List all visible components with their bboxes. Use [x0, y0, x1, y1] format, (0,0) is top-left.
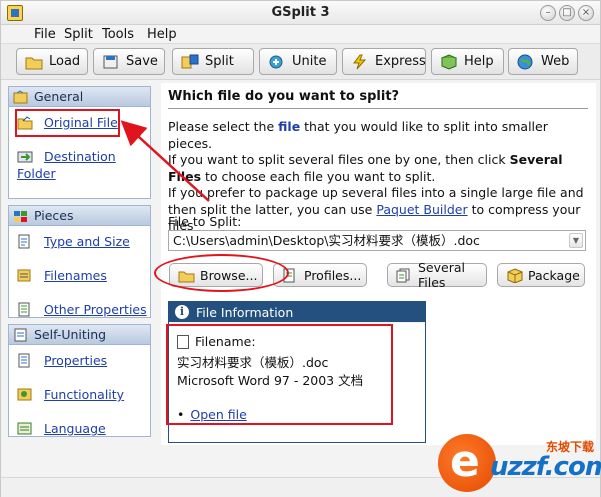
several-files-button[interactable]: Several Files — [387, 260, 487, 290]
menu-tools[interactable]: Tools — [102, 27, 134, 42]
functionality-icon — [17, 387, 33, 402]
lightning-icon — [351, 54, 369, 70]
self-uniting-icon — [13, 328, 29, 342]
help-button[interactable]: Help — [431, 48, 504, 75]
file-to-split-value: C:\Users\admin\Desktop\实习材料要求（模板）.doc — [173, 233, 480, 248]
group-general-header[interactable]: General — [9, 87, 150, 107]
minimize-button[interactable]: – — [540, 5, 556, 21]
menu-file[interactable]: File — [34, 27, 56, 42]
express-button[interactable]: Express — [342, 48, 426, 75]
menu-bar: File Split Tools Help — [1, 25, 600, 44]
maximize-button[interactable]: □ — [559, 5, 575, 21]
save-button[interactable]: Save — [93, 48, 165, 75]
language-icon — [17, 421, 33, 436]
sidebar: General Original File Destination Folder… — [5, 83, 155, 445]
pieces-icon — [13, 209, 29, 223]
folder-icon — [25, 54, 43, 70]
sidebar-item-destination-folder[interactable]: Destination Folder — [17, 148, 137, 182]
filenames-icon — [17, 268, 33, 283]
paquet-builder-link[interactable]: Paquet Builder — [376, 202, 467, 217]
globe-icon — [517, 54, 535, 70]
group-self-uniting: Self-Uniting Properties Functionality La… — [8, 324, 151, 437]
package-icon — [506, 267, 523, 284]
save-icon — [102, 54, 120, 70]
watermark: 东坡下载 uzzf.com — [438, 434, 601, 494]
file-info-highlight — [166, 324, 393, 425]
sidebar-item-type-and-size[interactable]: Type and Size — [17, 233, 130, 250]
file-information-header: i File Information — [169, 302, 425, 322]
package-button[interactable]: Package — [497, 263, 585, 287]
close-button[interactable]: × — [578, 5, 594, 21]
type-size-icon — [17, 234, 33, 249]
unite-icon — [268, 54, 286, 70]
split-button[interactable]: Split — [172, 48, 254, 75]
file-to-split-combo[interactable]: C:\Users\admin\Desktop\实习材料要求（模板）.doc ▼ — [168, 230, 586, 251]
list-icon — [17, 353, 33, 368]
group-general: General Original File Destination Folder — [8, 86, 151, 199]
file-to-split-label: File to Split: — [168, 214, 242, 229]
window-title: GSplit 3 — [271, 5, 330, 20]
split-icon — [181, 54, 199, 70]
page-title: Which file do you want to split? — [168, 89, 400, 104]
sidebar-item-language[interactable]: Language — [17, 420, 106, 437]
original-file-highlight — [15, 109, 120, 137]
group-pieces: Pieces Type and Size Filenames Other Pro… — [8, 205, 151, 318]
properties-icon — [17, 302, 33, 317]
watermark-logo — [438, 434, 496, 492]
chevron-down-icon[interactable]: ▼ — [569, 233, 583, 248]
several-files-icon — [396, 268, 413, 283]
sidebar-item-properties[interactable]: Properties — [17, 352, 107, 369]
divider — [168, 108, 588, 109]
unite-button[interactable]: Unite — [259, 48, 337, 75]
info-icon: i — [175, 305, 189, 319]
group-self-uniting-header[interactable]: Self-Uniting — [9, 325, 150, 345]
title-bar: GSplit 3 – □ × — [1, 1, 600, 25]
web-button[interactable]: Web — [508, 48, 578, 75]
group-pieces-header[interactable]: Pieces — [9, 206, 150, 226]
menu-split[interactable]: Split — [64, 27, 93, 42]
toolbar: Load Save Split Unite Express Help Web — [1, 44, 600, 80]
watermark-domain: uzzf.com — [490, 452, 601, 482]
sidebar-item-filenames[interactable]: Filenames — [17, 267, 107, 284]
sidebar-item-functionality[interactable]: Functionality — [17, 386, 124, 403]
sidebar-item-other-properties[interactable]: Other Properties — [17, 301, 147, 318]
load-button[interactable]: Load — [16, 48, 88, 75]
book-icon — [440, 53, 458, 70]
gsplit-window: GSplit 3 – □ × File Split Tools Help Loa… — [0, 0, 601, 497]
general-icon — [13, 89, 29, 104]
menu-help[interactable]: Help — [147, 27, 177, 42]
browse-highlight — [154, 254, 289, 292]
destination-icon — [17, 149, 33, 164]
